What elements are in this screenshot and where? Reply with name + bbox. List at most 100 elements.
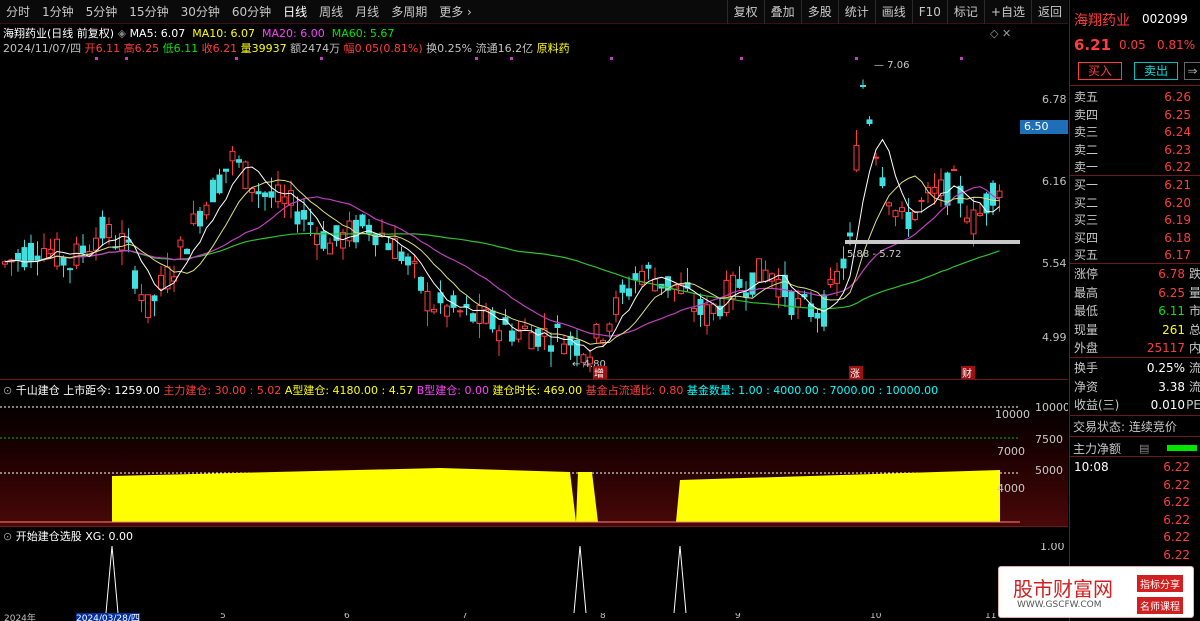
- candle-body: [275, 184, 281, 203]
- indicator1-toggle-icon[interactable]: ⊙: [3, 384, 12, 397]
- divider: [0, 379, 1068, 380]
- candle-body: [905, 212, 912, 230]
- quote-side-label: 量: [1188, 285, 1200, 300]
- toolbar-button[interactable]: 叠加: [763, 0, 801, 24]
- period-toolbar: 分时 1分钟 5分钟 15分钟 30分钟 60分钟 日线 周线 月线 多周期 更多 › 复权 叠加 多股…: [0, 0, 1068, 24]
- period-tab[interactable]: 分时: [0, 0, 36, 24]
- candle-body: [28, 242, 34, 261]
- indicator2-title: 开始建仓选股: [15, 530, 82, 543]
- toolbar-button[interactable]: +自选: [983, 0, 1031, 24]
- ma60-label: MA60: 5.67: [331, 27, 395, 40]
- candle-body: [444, 305, 450, 317]
- candle-body: [15, 253, 21, 260]
- toolbar-button[interactable]: 统计: [837, 0, 875, 24]
- quote-side-label: 跌: [1188, 267, 1200, 281]
- candle-body: [645, 264, 652, 269]
- period-tab[interactable]: 周线: [313, 0, 349, 24]
- toolbar-button[interactable]: 画线: [874, 0, 912, 24]
- more-icon[interactable]: ⇒: [1184, 62, 1200, 80]
- x-tick: 6: [344, 613, 350, 621]
- candle-body: [535, 328, 541, 347]
- chart-controls[interactable]: ◇ ✕: [990, 27, 1011, 40]
- candle-body: [158, 274, 164, 290]
- turnover-label: 换0.25%: [426, 42, 473, 55]
- period-tab[interactable]: 30分钟: [175, 0, 226, 24]
- period-tab[interactable]: 15分钟: [123, 0, 174, 24]
- candle-body: [294, 211, 301, 225]
- candle-body: [834, 271, 840, 284]
- indicator2-chart[interactable]: 1.00: [0, 543, 1068, 613]
- candle-body: [151, 295, 158, 302]
- sell-button[interactable]: 卖出: [1134, 62, 1178, 80]
- indicator1-title: 千山建仓: [15, 384, 60, 397]
- tick-time: 10:08: [1074, 460, 1109, 474]
- event-dot: [510, 57, 513, 60]
- ind1-axis-label: 7500: [1035, 433, 1063, 446]
- candle-body: [132, 270, 138, 289]
- x-tick-highlight: 2024/03/28/四: [76, 613, 140, 621]
- candlestick-chart[interactable]: 5.88 - 5.72— 7.06← 4.80增涨财: [0, 55, 1068, 380]
- period-tab[interactable]: 1分钟: [36, 0, 80, 24]
- ma5-line: [4, 138, 1000, 352]
- quote-label: 卖一: [1074, 160, 1099, 174]
- quote-value: 6.21: [1164, 178, 1191, 192]
- period-tab[interactable]: 60分钟: [226, 0, 277, 24]
- price-axis: 6.78 6.50 6.16 5.54 4.99: [1020, 55, 1068, 380]
- close-label: 收6.21: [201, 42, 238, 55]
- toolbar-button[interactable]: 返回: [1030, 0, 1068, 24]
- x-tick: 7: [462, 613, 468, 621]
- quote-row: 市 最低 6.11: [1070, 302, 1200, 320]
- toolbar-button[interactable]: 多股: [800, 0, 838, 24]
- quote-label: 卖二: [1074, 142, 1099, 157]
- x-tick: 10: [870, 613, 882, 621]
- quote-value: 6.20: [1164, 195, 1191, 210]
- volume-label: 量39937: [240, 42, 287, 55]
- xg-signal: [105, 545, 119, 613]
- toolbar-button[interactable]: 标记: [946, 0, 984, 24]
- period-tab[interactable]: 多周期: [385, 0, 433, 24]
- tick-price: 6.22: [1163, 530, 1190, 544]
- candle-body: [795, 298, 801, 308]
- indicator2-toggle-icon[interactable]: ⊙: [3, 530, 12, 543]
- candle-body: [457, 310, 463, 313]
- quote-value: 6.78: [1158, 267, 1185, 281]
- candle-body: [80, 245, 86, 254]
- candle-body: [827, 278, 834, 286]
- quote-value: 6.24: [1164, 125, 1191, 139]
- toolbar-button[interactable]: 复权: [726, 0, 764, 24]
- candle-body: [177, 239, 184, 248]
- quote-row: 跌 涨停 6.78: [1070, 265, 1200, 283]
- period-tab[interactable]: 日线: [277, 0, 313, 24]
- toolbar-button[interactable]: F10: [911, 0, 947, 24]
- candle-body: [93, 237, 99, 251]
- amount-label: 额2474万: [290, 42, 341, 55]
- candle-body: [548, 345, 554, 352]
- candle-body: [814, 312, 821, 319]
- sector-tag[interactable]: 原料药: [537, 42, 570, 55]
- quote-value: 0.010: [1150, 398, 1185, 412]
- settings-icon[interactable]: ◈: [118, 27, 126, 40]
- max-price-label: — 7.06: [874, 60, 909, 71]
- candle-body: [996, 190, 1003, 198]
- chart-header: 海翔药业(日线 前复权) ◈ MA5: 6.07 MA10: 6.07 MA20…: [3, 25, 394, 41]
- period-tab[interactable]: 5分钟: [80, 0, 124, 24]
- candle-body: [437, 292, 444, 304]
- event-dot: [475, 57, 478, 60]
- period-tab[interactable]: 月线: [349, 0, 385, 24]
- high-label: 高6.25: [123, 42, 160, 55]
- candle-body: [788, 291, 795, 316]
- ma20-label: MA20: 6.00: [262, 27, 325, 40]
- table-icon[interactable]: ▤: [1139, 442, 1149, 455]
- quote-row: 买二 6.20: [1070, 194, 1200, 212]
- period-tab[interactable]: 更多 ›: [433, 0, 478, 24]
- buy-button[interactable]: 买入: [1078, 62, 1122, 80]
- price-tick-3: 6.16: [1042, 175, 1067, 188]
- candle-body: [522, 325, 528, 330]
- indicator1-chart[interactable]: 10000 10000 7500 7000 5000 4000: [0, 398, 1068, 526]
- ma5-label: MA5: 6.07: [129, 27, 186, 40]
- candle-body: [697, 299, 704, 315]
- candle-body: [255, 191, 262, 195]
- quote-row: PE 收益(三) 0.010: [1070, 396, 1200, 414]
- ind1-axis-label: 10000: [995, 408, 1030, 421]
- ind1-axis-label: 4000: [997, 482, 1025, 495]
